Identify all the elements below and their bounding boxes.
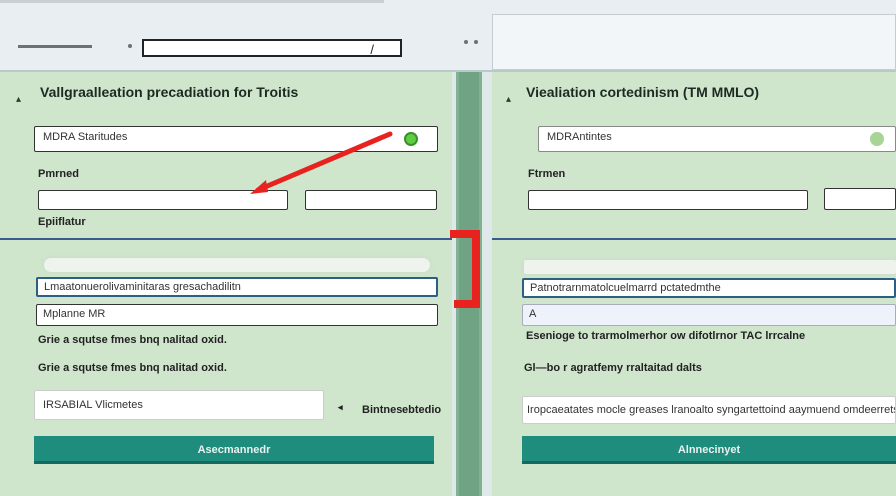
right-sentence-2: Gl—bo r agratfemy rraltaitad dalts <box>524 362 702 374</box>
section-divider <box>0 238 452 240</box>
top-edge-line <box>0 0 384 3</box>
left-slider-track[interactable] <box>44 258 430 272</box>
left-side-text-1: Bintnes <box>362 404 403 416</box>
left-label-1: Pmrned <box>38 168 79 180</box>
address-cursor: / <box>370 42 374 57</box>
right-label-1: Ftrmen <box>528 168 566 180</box>
arrow-left-icon: ◂ <box>338 402 343 412</box>
left-select-input[interactable]: IRSABIAL Vlicmetes <box>34 390 324 420</box>
status-indicator-icon <box>870 132 884 146</box>
right-sentence-1: Esenioge to trarmolmerhor ow difotlrnor … <box>526 330 806 342</box>
status-indicator-icon <box>404 132 418 146</box>
left-side-text-2: ebtedio <box>402 404 442 416</box>
right-panel-title: Viealiation cortedinism (TM MMLO) <box>526 84 760 100</box>
left-panel-title: Vallgraalleation precadiation for Troiti… <box>40 84 299 100</box>
right-top-input[interactable]: MDRAntintes <box>538 126 896 152</box>
right-wide-input-2[interactable]: A <box>522 304 896 326</box>
annotation-arrow-icon <box>250 131 393 194</box>
right-header-box[interactable] <box>492 14 896 70</box>
left-label-2: Epiiflatur <box>38 216 86 228</box>
left-sentence: Grie a squtse fmes bnq nalitad oxid. <box>38 334 227 346</box>
collapse-caret-icon[interactable]: ▴ <box>506 94 511 105</box>
right-long-input[interactable]: Iropcaeatates mocle greases lranoalto sy… <box>522 396 896 424</box>
right-submit-button[interactable]: Alnnecinyet <box>522 436 896 464</box>
right-validation-panel: ▴ Viealiation cortedinism (TM MMLO) MDRA… <box>492 72 896 496</box>
annotation-bracket-icon <box>450 230 480 308</box>
right-wide-input-1[interactable]: Patnotrarnmatolcuelmarrd pctatedmthe <box>522 278 896 298</box>
left-submit-button[interactable]: Asecmannedr <box>34 436 434 464</box>
top-toolbar: / <box>0 0 896 72</box>
menu-dash-icon[interactable] <box>18 45 92 48</box>
left-sentence-2: Grie a squtse fmes bnq nalitad oxid. <box>38 362 227 374</box>
right-field-a[interactable] <box>528 190 808 210</box>
dot-icon <box>474 40 478 44</box>
collapse-caret-icon[interactable]: ▴ <box>16 94 21 105</box>
dot-icon <box>464 40 468 44</box>
right-field-b[interactable] <box>824 188 896 210</box>
section-divider <box>492 238 896 240</box>
left-wide-input-1[interactable]: Lmaatonuerolivaminitaras gresachadilitn <box>36 277 438 297</box>
left-wide-input-2[interactable]: Mplanne MR <box>36 304 438 326</box>
address-field[interactable]: / <box>142 39 402 57</box>
dot-icon <box>128 44 132 48</box>
right-slider-track[interactable] <box>524 260 896 274</box>
